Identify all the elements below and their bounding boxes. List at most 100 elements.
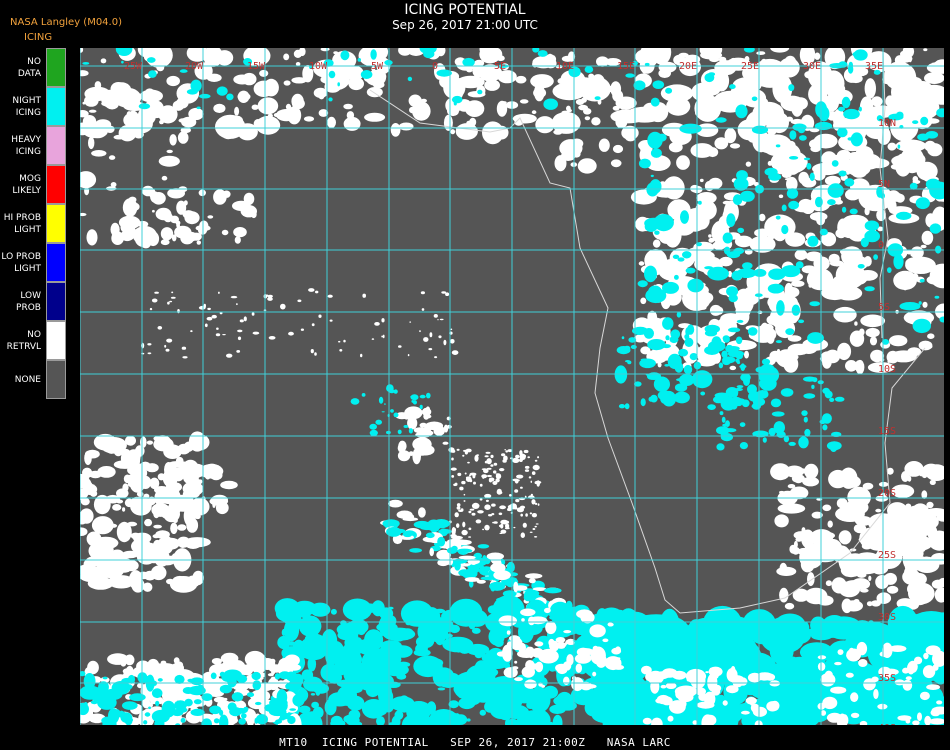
cloud-blob (152, 209, 155, 213)
cloud-blob (519, 457, 523, 462)
cloud-blob (477, 510, 484, 514)
cloud-blob (304, 670, 313, 679)
cloud-blob (660, 684, 667, 689)
cloud-blob (739, 364, 747, 369)
longitude-label: 15E (617, 61, 635, 72)
cloud-blob (864, 531, 884, 542)
cloud-blob (905, 257, 924, 270)
cloud-blob (479, 498, 483, 501)
cloud-blob (644, 265, 657, 283)
cloud-blob (822, 424, 828, 431)
cloud-blob (490, 464, 494, 467)
cloud-blob (672, 254, 680, 259)
cloud-blob (776, 566, 797, 577)
cloud-blob (424, 617, 450, 632)
cloud-blob (894, 509, 922, 536)
cloud-blob (520, 608, 536, 617)
cloud-blob (173, 657, 180, 664)
cloud-blob (429, 548, 435, 557)
cloud-blob (707, 325, 714, 331)
cloud-blob (469, 508, 475, 511)
cloud-blob (643, 328, 655, 339)
cloud-blob (733, 247, 745, 255)
cloud-blob (760, 657, 766, 666)
cloud-blob (233, 74, 252, 85)
cloud-blob (218, 291, 220, 294)
longitude-label: 20W (185, 61, 204, 72)
cloud-blob (384, 403, 386, 405)
cloud-blob (318, 314, 322, 318)
cloud-blob (457, 472, 462, 477)
cloud-blob (785, 328, 795, 335)
cloud-blob (169, 704, 174, 710)
cloud-blob (466, 718, 471, 722)
cloud-blob (123, 209, 130, 214)
cloud-blob (131, 538, 152, 554)
cloud-blob (698, 200, 702, 205)
cloud-blob (770, 398, 782, 408)
cloud-blob (711, 336, 722, 348)
cloud-blob (493, 521, 498, 524)
cloud-blob (398, 345, 402, 348)
cloud-blob (857, 264, 865, 269)
cloud-blob (180, 717, 186, 723)
cloud-blob (177, 524, 187, 531)
cloud-blob (484, 504, 491, 511)
cloud-blob (528, 476, 532, 479)
cloud-blob (920, 116, 929, 126)
cloud-blob (190, 330, 193, 333)
cloud-blob (613, 664, 625, 670)
cloud-blob (761, 326, 774, 341)
cloud-blob (521, 618, 525, 622)
cloud-blob (251, 104, 259, 110)
cloud-blob (144, 502, 148, 507)
cloud-blob (237, 336, 242, 341)
cloud-blob (288, 331, 294, 336)
cloud-blob (825, 580, 833, 587)
cloud-blob (402, 517, 419, 522)
cloud-blob (514, 489, 519, 493)
cloud-blob (886, 585, 899, 594)
cloud-blob (849, 330, 865, 347)
cloud-blob (804, 71, 814, 79)
cloud-blob (615, 96, 637, 110)
cloud-blob (774, 514, 789, 528)
cloud-blob (169, 576, 198, 593)
cloud-blob (150, 565, 167, 581)
cloud-blob (591, 117, 601, 126)
cloud-blob (854, 321, 858, 326)
cloud-blob (822, 504, 832, 512)
cloud-blob (216, 50, 234, 66)
cloud-blob (234, 106, 240, 116)
cloud-blob (638, 158, 651, 169)
cloud-blob (807, 235, 819, 247)
cloud-blob (506, 630, 511, 635)
legend-label-line: MOG (19, 173, 41, 184)
cloud-blob (236, 674, 248, 683)
cloud-blob (863, 256, 872, 267)
cloud-blob (339, 349, 343, 352)
cloud-blob (801, 621, 810, 635)
cloud-blob (310, 693, 316, 696)
cloud-blob (393, 635, 405, 642)
cloud-blob (751, 125, 769, 134)
cloud-blob (424, 424, 432, 433)
cloud-blob (128, 717, 134, 722)
cloud-blob (451, 527, 456, 536)
cloud-blob (520, 532, 525, 538)
legend-label-line: HEAVY (11, 134, 41, 145)
cloud-blob (221, 229, 229, 236)
cloud-blob (850, 692, 859, 703)
cloud-blob (896, 211, 912, 220)
cloud-blob (491, 513, 495, 516)
cloud-blob (563, 676, 570, 685)
cloud-blob (502, 644, 513, 662)
legend-item: NIGHT ICING (0, 87, 66, 126)
cloud-blob (736, 170, 748, 181)
cloud-blob (516, 507, 524, 513)
cloud-blob (549, 640, 560, 652)
cloud-blob (204, 323, 208, 328)
cloud-blob (926, 275, 944, 285)
cloud-blob (916, 629, 928, 639)
cloud-blob (397, 450, 411, 462)
